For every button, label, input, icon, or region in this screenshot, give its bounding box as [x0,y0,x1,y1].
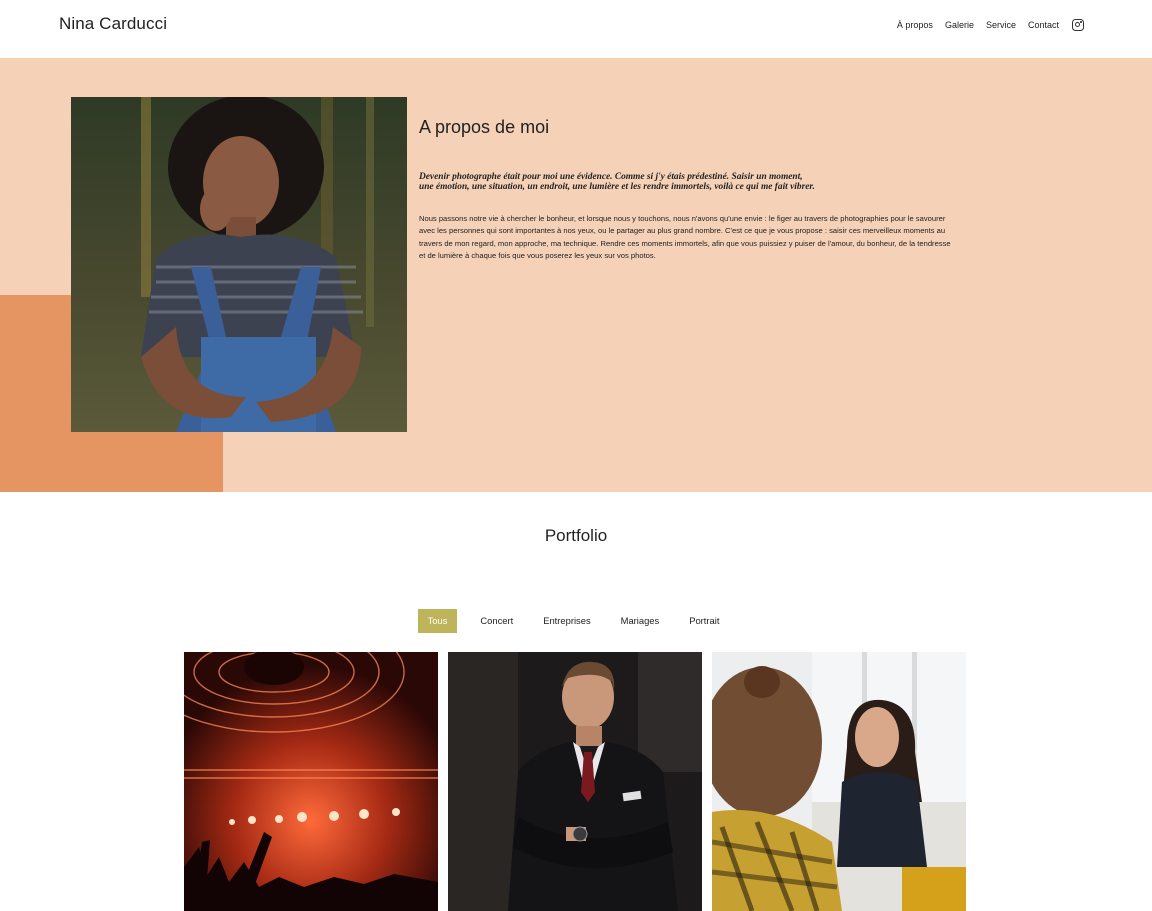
filter-mariages[interactable]: Mariages [606,609,675,633]
about-quote: Devenir photographe était pour moi une é… [419,172,815,192]
about-section: A propos de moi Devenir photographe étai… [0,58,1152,492]
nav-about[interactable]: À propos [897,20,933,30]
site-header: Nina Carducci À propos Galerie Service C… [0,0,1152,58]
nav-gallery[interactable]: Galerie [945,20,974,30]
gallery-image-entreprise[interactable] [448,652,702,911]
nav-contact[interactable]: Contact [1028,20,1059,30]
nav-service[interactable]: Service [986,20,1016,30]
gallery-grid [184,652,966,911]
main-nav: À propos Galerie Service Contact [897,19,1084,31]
gallery-filters: Tous Concert Entreprises Mariages Portra… [0,609,1152,633]
about-title: A propos de moi [419,117,550,137]
portfolio-title: Portfolio [544,526,608,545]
portrait-photo [71,97,407,432]
about-body: Nous passons notre vie à chercher le bon… [419,214,951,260]
gallery-image-concert[interactable] [184,652,438,911]
filter-entreprises[interactable]: Entreprises [528,609,605,633]
instagram-icon[interactable] [1072,19,1084,31]
gallery-image-women[interactable] [712,652,966,911]
filter-all[interactable]: Tous [417,609,458,633]
filter-portrait[interactable]: Portrait [674,609,734,633]
brand-name[interactable]: Nina Carducci [59,14,167,34]
filter-concert[interactable]: Concert [465,609,528,633]
